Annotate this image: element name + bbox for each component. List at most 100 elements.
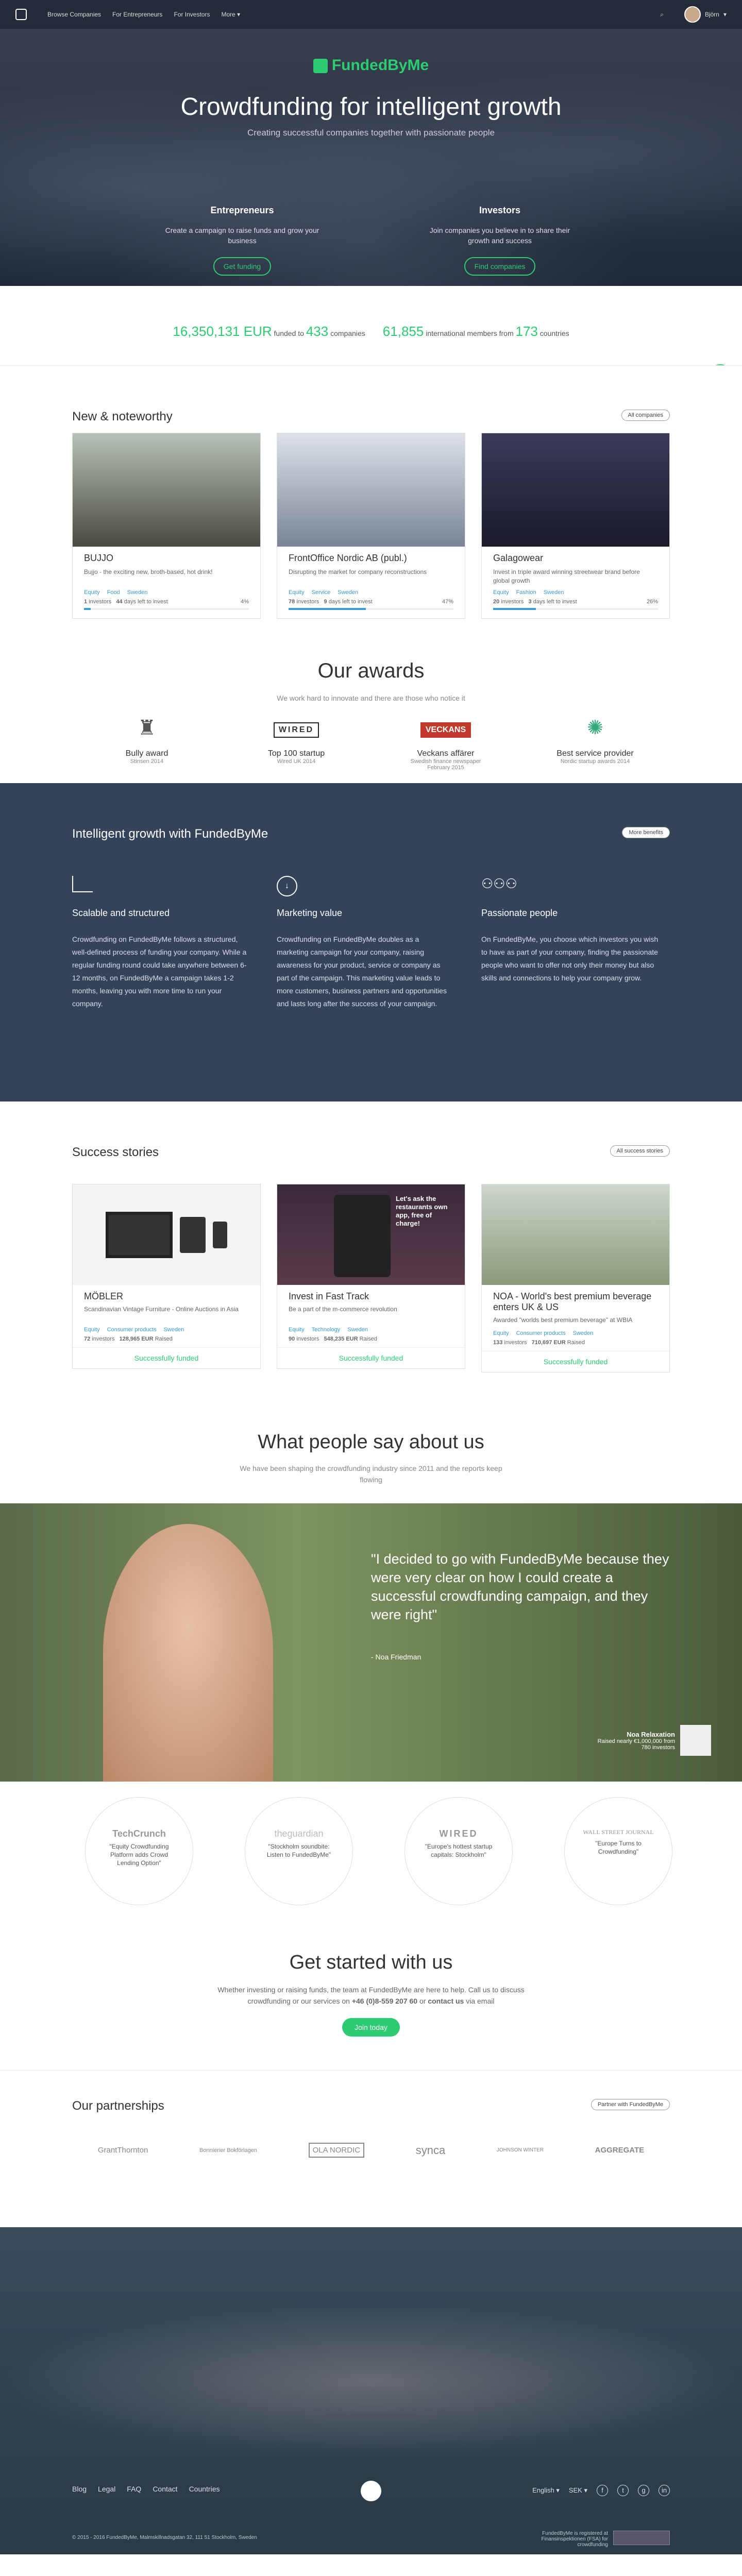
- hero-background-photo: [0, 0, 742, 286]
- tag[interactable]: Equity: [493, 1330, 509, 1336]
- site-logo[interactable]: [15, 9, 27, 20]
- tag[interactable]: Equity: [289, 1327, 305, 1333]
- wired-logo: WIRED: [273, 722, 319, 738]
- news-title: New & noteworthy: [72, 410, 173, 423]
- progress-bar: [493, 608, 658, 610]
- partner-logo[interactable]: JOHNSON WINTER: [497, 2147, 544, 2153]
- more-benefits-button[interactable]: More benefits: [622, 827, 670, 838]
- nav-for-investors[interactable]: For Investors: [174, 11, 210, 18]
- footer-link-blog[interactable]: Blog: [72, 2485, 87, 2493]
- language-select[interactable]: English ▾: [532, 2486, 560, 2495]
- press-techcrunch[interactable]: TechCrunch "Equity Crowdfunding Platform…: [85, 1797, 193, 1905]
- tag[interactable]: Consumer products: [516, 1330, 566, 1336]
- benefit-scalable: Scalable and structured Crowdfunding on …: [72, 876, 252, 1010]
- all-companies-button[interactable]: All companies: [621, 410, 670, 421]
- nav-for-entrepreneurs[interactable]: For Entrepreneurs: [112, 11, 162, 18]
- tag[interactable]: Technology: [312, 1327, 341, 1333]
- tag[interactable]: Consumer products: [107, 1327, 157, 1333]
- company-desc: Be a part of the m-commerce revolution: [289, 1306, 397, 1313]
- portrait-photo: [103, 1524, 273, 1782]
- tag[interactable]: Equity: [493, 589, 509, 596]
- facebook-icon[interactable]: f: [597, 2485, 608, 2496]
- nav-more[interactable]: More ▾: [221, 11, 240, 18]
- footer-link-contact[interactable]: Contact: [153, 2485, 177, 2493]
- people-title: What people say about us: [258, 1431, 484, 1453]
- trophy-icon: ♜: [138, 717, 156, 739]
- press-guardian[interactable]: theguardian "Stockholm soundbite: Listen…: [245, 1797, 353, 1905]
- success-card-noa[interactable]: NOA - World's best premium beverage ente…: [481, 1184, 670, 1372]
- tag[interactable]: Sweden: [127, 589, 148, 596]
- fsa-badge: [613, 2531, 670, 2545]
- footer-link-faq[interactable]: FAQ: [127, 2485, 141, 2493]
- currency-select[interactable]: SEK ▾: [569, 2486, 587, 2495]
- tag[interactable]: Equity: [84, 589, 100, 596]
- partner-logo[interactable]: GrantThornton: [98, 2146, 148, 2155]
- members-count: 61,855: [382, 324, 424, 339]
- success-card-fasttrack[interactable]: Let's ask the restaurants own app, free …: [277, 1184, 465, 1369]
- people-icon: ⚇⚇⚇: [481, 876, 517, 891]
- company-name: Invest in Fast Track: [289, 1291, 369, 1301]
- twitter-icon[interactable]: t: [617, 2485, 629, 2496]
- googleplus-icon[interactable]: g: [638, 2485, 649, 2496]
- footer-link-countries[interactable]: Countries: [189, 2485, 220, 2493]
- tag[interactable]: Equity: [289, 589, 305, 596]
- footer-links: Blog Legal FAQ Contact Countries: [72, 2485, 220, 2493]
- awards-subtitle: We work hard to innovate and there are t…: [277, 694, 465, 702]
- tag[interactable]: Fashion: [516, 589, 536, 596]
- partner-logo[interactable]: AGGREGATE: [595, 2146, 645, 2155]
- company-desc: Awarded "worlds best premium beverage" a…: [493, 1316, 633, 1324]
- company-image: [73, 433, 260, 547]
- company-card-galagowear[interactable]: Galagowear Invest in triple award winnin…: [481, 433, 670, 619]
- press-quote: "Equity Crowdfunding Platform adds Crowd…: [109, 1843, 169, 1867]
- benefit-text: Crowdfunding on FundedByMe follows a str…: [72, 935, 247, 1008]
- avatar: [684, 6, 701, 23]
- user-menu[interactable]: Björn ▾: [684, 6, 727, 23]
- partner-logos: GrantThornton Bonnierier Bokförlagen OLA…: [72, 2143, 670, 2158]
- press-quote: "Europe's hottest startup capitals: Stoc…: [425, 1843, 493, 1858]
- find-companies-button[interactable]: Find companies: [464, 257, 536, 276]
- phone-number[interactable]: +46 (0)8-559 207 60: [352, 1997, 417, 2005]
- tag[interactable]: Service: [312, 589, 331, 596]
- linkedin-icon[interactable]: in: [659, 2485, 670, 2496]
- partner-logo[interactable]: synca: [416, 2144, 445, 2157]
- all-success-stories-button[interactable]: All success stories: [610, 1145, 670, 1157]
- award-name: Top 100 startup: [267, 749, 325, 758]
- tag[interactable]: Sweden: [544, 589, 564, 596]
- tag[interactable]: Sweden: [164, 1327, 184, 1333]
- press-wired[interactable]: WIRED "Europe's hottest startup capitals…: [404, 1797, 513, 1905]
- get-funding-button[interactable]: Get funding: [213, 257, 272, 276]
- search-icon[interactable]: ⌕: [660, 11, 664, 19]
- footer-link-legal[interactable]: Legal: [98, 2485, 115, 2493]
- entrepreneurs-column: Entrepreneurs Create a campaign to raise…: [165, 205, 319, 276]
- tag[interactable]: Sweden: [338, 589, 358, 596]
- footer-logo[interactable]: [361, 2481, 381, 2501]
- partner-logo[interactable]: Bonnierier Bokförlagen: [199, 2147, 257, 2154]
- tag[interactable]: Sweden: [347, 1327, 368, 1333]
- nav-browse-companies[interactable]: Browse Companies: [47, 11, 101, 18]
- partner-logo[interactable]: OLA NORDIC: [308, 2143, 365, 2158]
- company-desc: Bujjo - the exciting new, broth-based, h…: [84, 568, 213, 575]
- partners-title: Our partnerships: [72, 2099, 164, 2113]
- tag[interactable]: Equity: [84, 1327, 100, 1333]
- investors-text: Join companies you believe in to share t…: [429, 226, 570, 245]
- tag[interactable]: Sweden: [573, 1330, 594, 1336]
- regulated-text: FundedByMe is registered at Finansinspek…: [541, 2531, 608, 2548]
- tag[interactable]: Food: [107, 589, 120, 596]
- join-today-button[interactable]: Join today: [342, 2018, 400, 2037]
- benefit-passionate: ⚇⚇⚇ Passionate people On FundedByMe, you…: [481, 876, 662, 985]
- partner-button[interactable]: Partner with FundedByMe: [591, 2099, 670, 2110]
- press-logo: WIRED: [439, 1828, 478, 1839]
- benefit-marketing: ↓ Marketing value Crowdfunding on Funded…: [277, 876, 452, 1010]
- press-wsj[interactable]: WALL STREET JOURNAL "Europe Turns to Cro…: [564, 1797, 672, 1905]
- company-name: BUJJO: [84, 553, 114, 563]
- company-card-bujjo[interactable]: BUJJO Bujjo - the exciting new, broth-ba…: [72, 433, 261, 619]
- success-card-mobler[interactable]: MÖBLER Scandinavian Vintage Furniture - …: [72, 1184, 261, 1369]
- company-image: [482, 1184, 669, 1285]
- press-logo: theguardian: [274, 1828, 324, 1839]
- testimonial-quote: "I decided to go with FundedByMe because…: [371, 1551, 669, 1622]
- benefit-text: Crowdfunding on FundedByMe doubles as a …: [277, 935, 447, 1008]
- award-source: Nordic startup awards 2014: [560, 758, 630, 765]
- company-card-frontoffice[interactable]: FrontOffice Nordic AB (publ.) Disrupting…: [277, 433, 465, 619]
- press-quote: "Stockholm soundbite: Listen to FundedBy…: [266, 1843, 331, 1858]
- contact-link[interactable]: contact us: [428, 1997, 464, 2005]
